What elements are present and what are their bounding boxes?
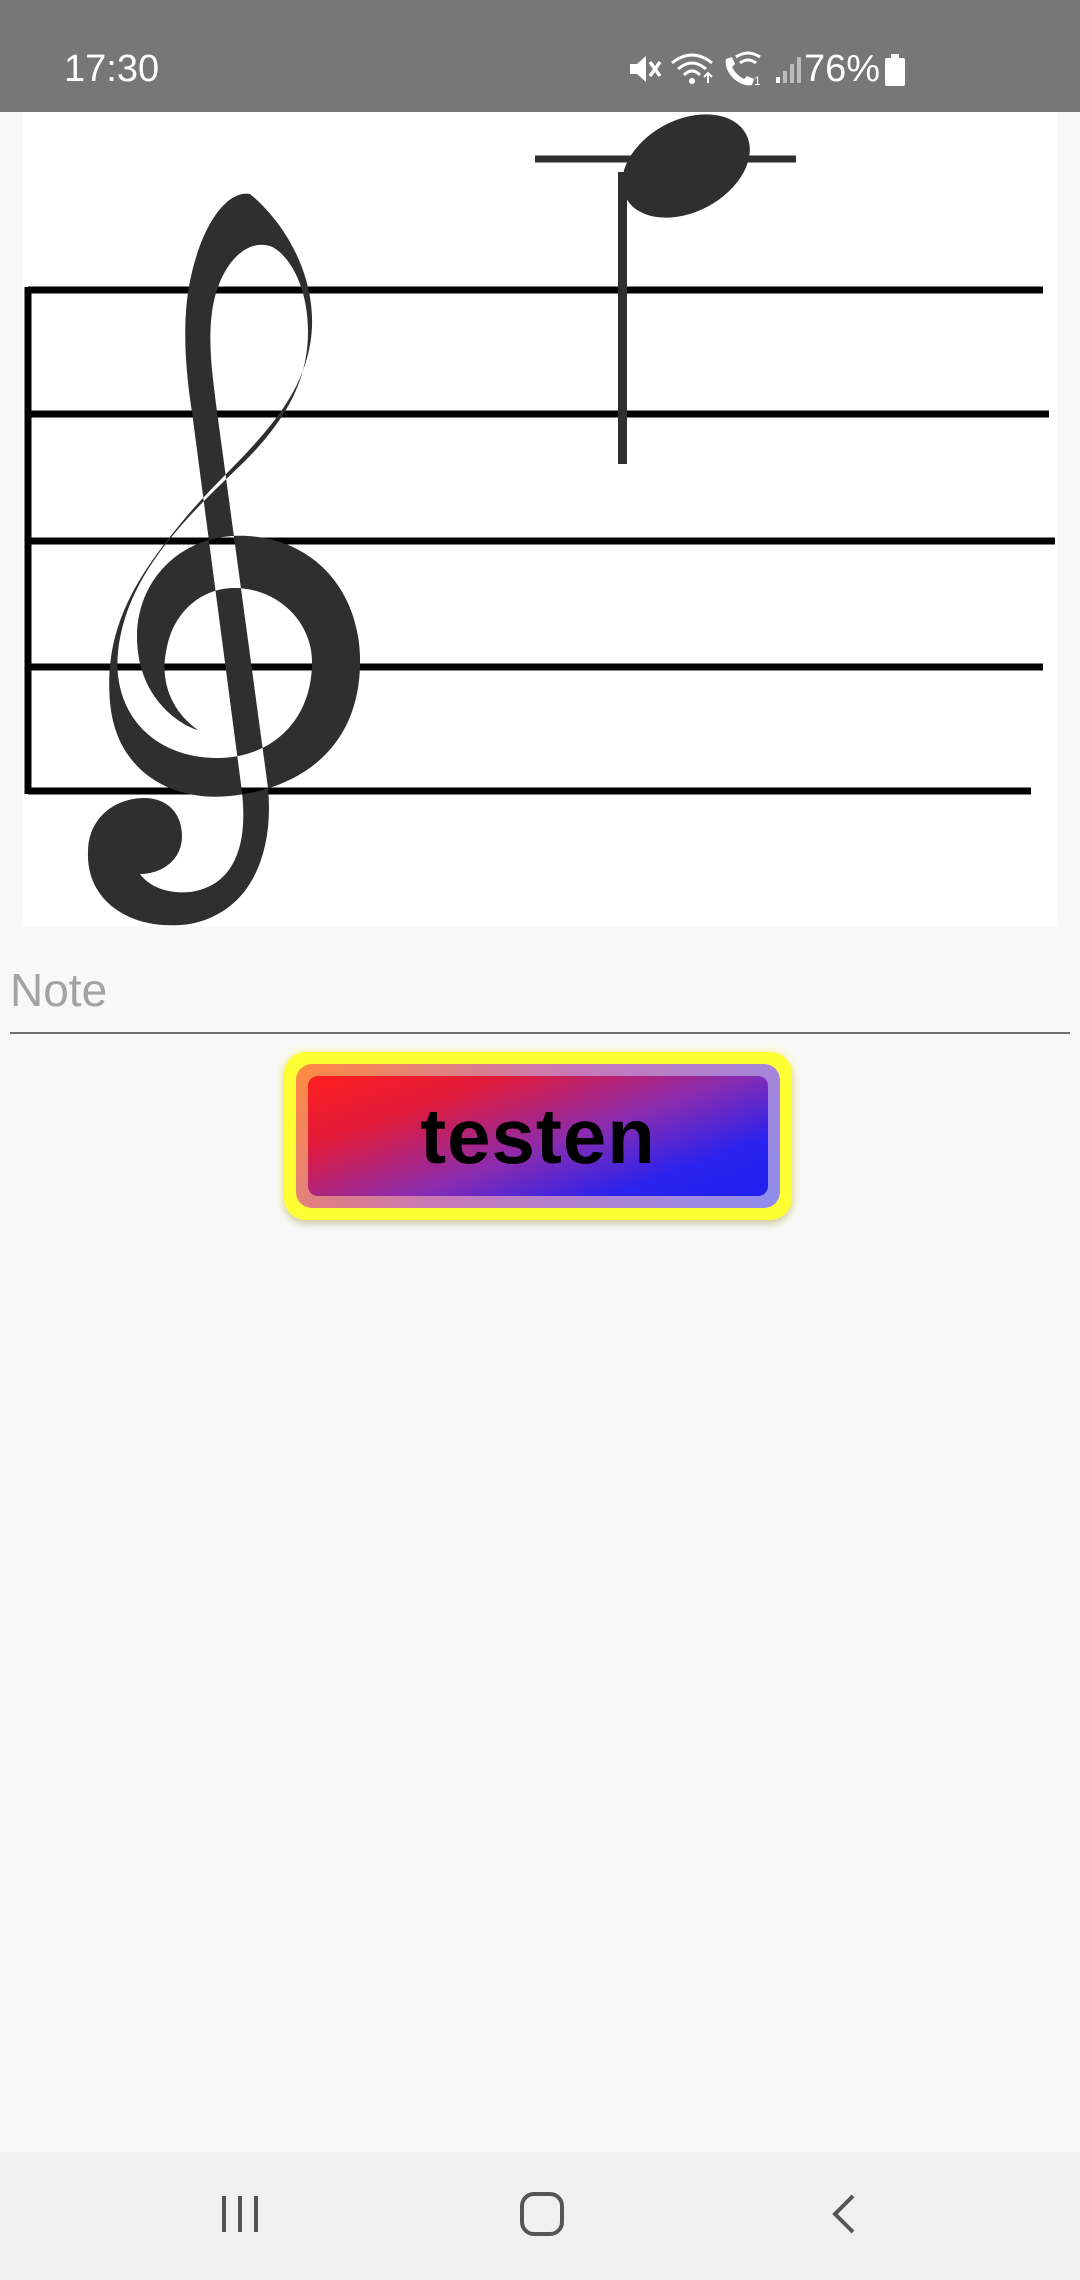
- battery-icon: [884, 54, 906, 91]
- status-bar: 17:30 1 76%: [0, 0, 1080, 112]
- status-icons: 1: [626, 44, 804, 94]
- note-input-container: [10, 950, 1070, 1034]
- signal-icon: [774, 51, 804, 87]
- test-button[interactable]: testen: [284, 1052, 792, 1220]
- svg-text:1: 1: [754, 74, 761, 87]
- navigation-bar: [0, 2152, 1080, 2280]
- treble-clef-icon: [87, 193, 361, 926]
- wifi-icon: [670, 51, 714, 87]
- home-button[interactable]: [442, 2152, 642, 2280]
- recents-icon: [218, 2194, 262, 2239]
- staff-drawing: [24, 114, 1055, 926]
- note-input[interactable]: [10, 950, 1070, 1030]
- test-button-bevel: testen: [296, 1064, 780, 1208]
- test-button-label: testen: [308, 1076, 768, 1196]
- back-button[interactable]: [744, 2152, 944, 2280]
- status-time: 17:30: [64, 48, 160, 90]
- back-icon: [829, 2192, 859, 2241]
- wifi-calling-icon: 1: [722, 51, 766, 87]
- mute-icon: [626, 51, 662, 87]
- music-notation-image: [22, 112, 1058, 927]
- battery-percentage: 76%: [804, 48, 881, 90]
- recents-button[interactable]: [140, 2152, 340, 2280]
- home-icon: [519, 2191, 565, 2242]
